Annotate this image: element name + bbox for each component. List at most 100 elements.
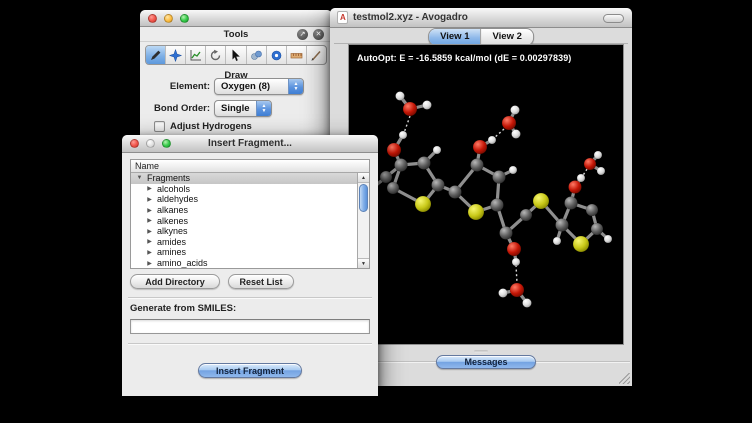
pen-icon [310,49,323,62]
o-atom [473,140,487,154]
disclosure-triangle-icon[interactable]: ▶ [145,260,154,267]
fragment-tree-row-Fragments[interactable]: ▼Fragments [131,173,369,184]
c-atom [520,209,532,221]
bond-centric-tool-button[interactable] [186,46,206,64]
toolbar-toggle-pill-button[interactable] [603,14,624,23]
main-titlebar[interactable]: testmol2.xyz - Avogadro [330,8,632,28]
fragment-tree-row-alkenes[interactable]: ▶alkenes [131,215,369,226]
fragment-row-label: alkenes [157,216,188,226]
fragment-tree-row-amides[interactable]: ▶amides [131,237,369,248]
manipulate-tool-button[interactable] [247,46,267,64]
bond-order-popup[interactable]: Single ▲▼ [214,100,272,117]
document-icon [337,11,348,24]
fragment-tree-row-aldehydes[interactable]: ▶aldehydes [131,194,369,205]
splitter-handle[interactable] [474,350,488,353]
draw-tool-button[interactable] [146,46,166,64]
fragment-row-label: alkynes [157,226,188,236]
popup-arrows-icon: ▲▼ [288,79,303,94]
fragment-tree-row-alkynes[interactable]: ▶alkynes [131,226,369,237]
element-popup[interactable]: Oxygen (8) ▲▼ [214,78,304,95]
close-traffic-light[interactable] [148,14,157,23]
selection-tool-button[interactable] [226,46,246,64]
tools-dock-header: Tools ↗ ✕ [140,27,332,42]
chart-icon [189,49,202,62]
c-atom [556,219,569,232]
tools-titlebar[interactable] [140,10,332,27]
h-atom [396,92,405,101]
main-window-title: testmol2.xyz - Avogadro [353,12,468,23]
fragment-row-label: Fragments [147,173,190,183]
disclosure-triangle-icon[interactable]: ▶ [145,238,154,245]
align-tool-button[interactable] [307,46,326,64]
tab-view-2[interactable]: View 2 [481,29,533,45]
c-atom [449,186,462,199]
navigate-tool-button[interactable] [166,46,186,64]
disclosure-triangle-icon[interactable]: ▶ [145,249,154,256]
fragment-titlebar[interactable]: Insert Fragment... [122,135,378,153]
spheres-icon [250,49,263,62]
insert-fragment-button[interactable]: Insert Fragment [198,363,302,378]
minimize-traffic-light[interactable] [164,14,173,23]
o-atom [584,158,596,170]
fragment-row-label: alcohols [157,184,190,194]
ruler-icon [290,49,303,62]
c-atom [471,159,484,172]
disclosure-triangle-icon[interactable]: ▶ [145,207,154,214]
fragment-scrollbar[interactable]: ▲ ▼ [357,173,369,268]
smiles-input[interactable] [130,319,370,334]
gear-icon [270,49,283,62]
fragment-tree-row-alcohols[interactable]: ▶alcohols [131,184,369,195]
zoom-traffic-light[interactable] [180,14,189,23]
fragment-tree-row-amines[interactable]: ▶amines [131,247,369,258]
h-atom [433,146,441,154]
o-atom [510,283,524,297]
disclosure-triangle-icon[interactable]: ▶ [145,185,154,192]
bond-order-label: Bond Order: [140,103,210,114]
c-atom [565,197,578,210]
h-atom [597,167,605,175]
gl-viewport[interactable]: AutoOpt: E = -16.5859 kcal/mol (dE = 0.0… [348,44,624,345]
c-atom [418,157,431,170]
adjust-hydrogens-checkbox[interactable] [154,121,165,132]
resize-grip[interactable] [619,373,630,384]
auto-optimize-tool-button[interactable] [267,46,287,64]
disclosure-triangle-icon[interactable]: ▶ [145,217,154,224]
h-atom [509,166,517,174]
disclosure-triangle-icon[interactable]: ▶ [145,228,154,235]
reset-list-button[interactable]: Reset List [228,274,294,289]
tools-title: Tools [224,29,249,40]
dock-float-icon[interactable]: ↗ [297,29,308,40]
dock-close-icon[interactable]: ✕ [313,29,324,40]
c-atom [380,171,392,183]
fragment-tree-row-amino_acids[interactable]: ▶amino_acids [131,258,369,268]
fragment-row-label: amines [157,247,186,257]
bond-order-popup-value: Single [215,103,256,114]
element-row: Element: Oxygen (8) ▲▼ [140,78,332,95]
h-atom [499,289,508,298]
smiles-label: Generate from SMILES: [130,303,236,314]
divider [128,343,372,345]
disclosure-triangle-icon[interactable]: ▼ [135,175,144,181]
disclosure-triangle-icon[interactable]: ▶ [145,196,154,203]
measure-tool-button[interactable] [287,46,307,64]
tools-toolbar [145,45,327,65]
messages-button[interactable]: Messages [436,355,536,369]
cursor-icon [229,49,242,62]
adjust-hydrogens-label: Adjust Hydrogens [170,121,252,132]
fragment-row-label: alkanes [157,205,188,215]
name-column-header[interactable]: Name [131,160,369,173]
fragment-tree-row-alkanes[interactable]: ▶alkanes [131,205,369,216]
pencil-icon [149,49,162,62]
h-atom [512,258,520,266]
scroll-up-icon[interactable]: ▲ [358,173,369,183]
fragment-list-rows: ▼Fragments▶alcohols▶aldehydes▶alkanes▶al… [131,173,369,268]
h-atom [399,131,407,139]
tab-view-1[interactable]: View 1 [429,29,480,45]
auto-rotate-tool-button[interactable] [206,46,226,64]
divider [128,297,372,299]
c-atom [493,171,506,184]
add-directory-button[interactable]: Add Directory [130,274,220,289]
scrollbar-thumb[interactable] [359,184,368,212]
h-atom [488,136,496,144]
scroll-down-icon[interactable]: ▼ [358,258,369,268]
